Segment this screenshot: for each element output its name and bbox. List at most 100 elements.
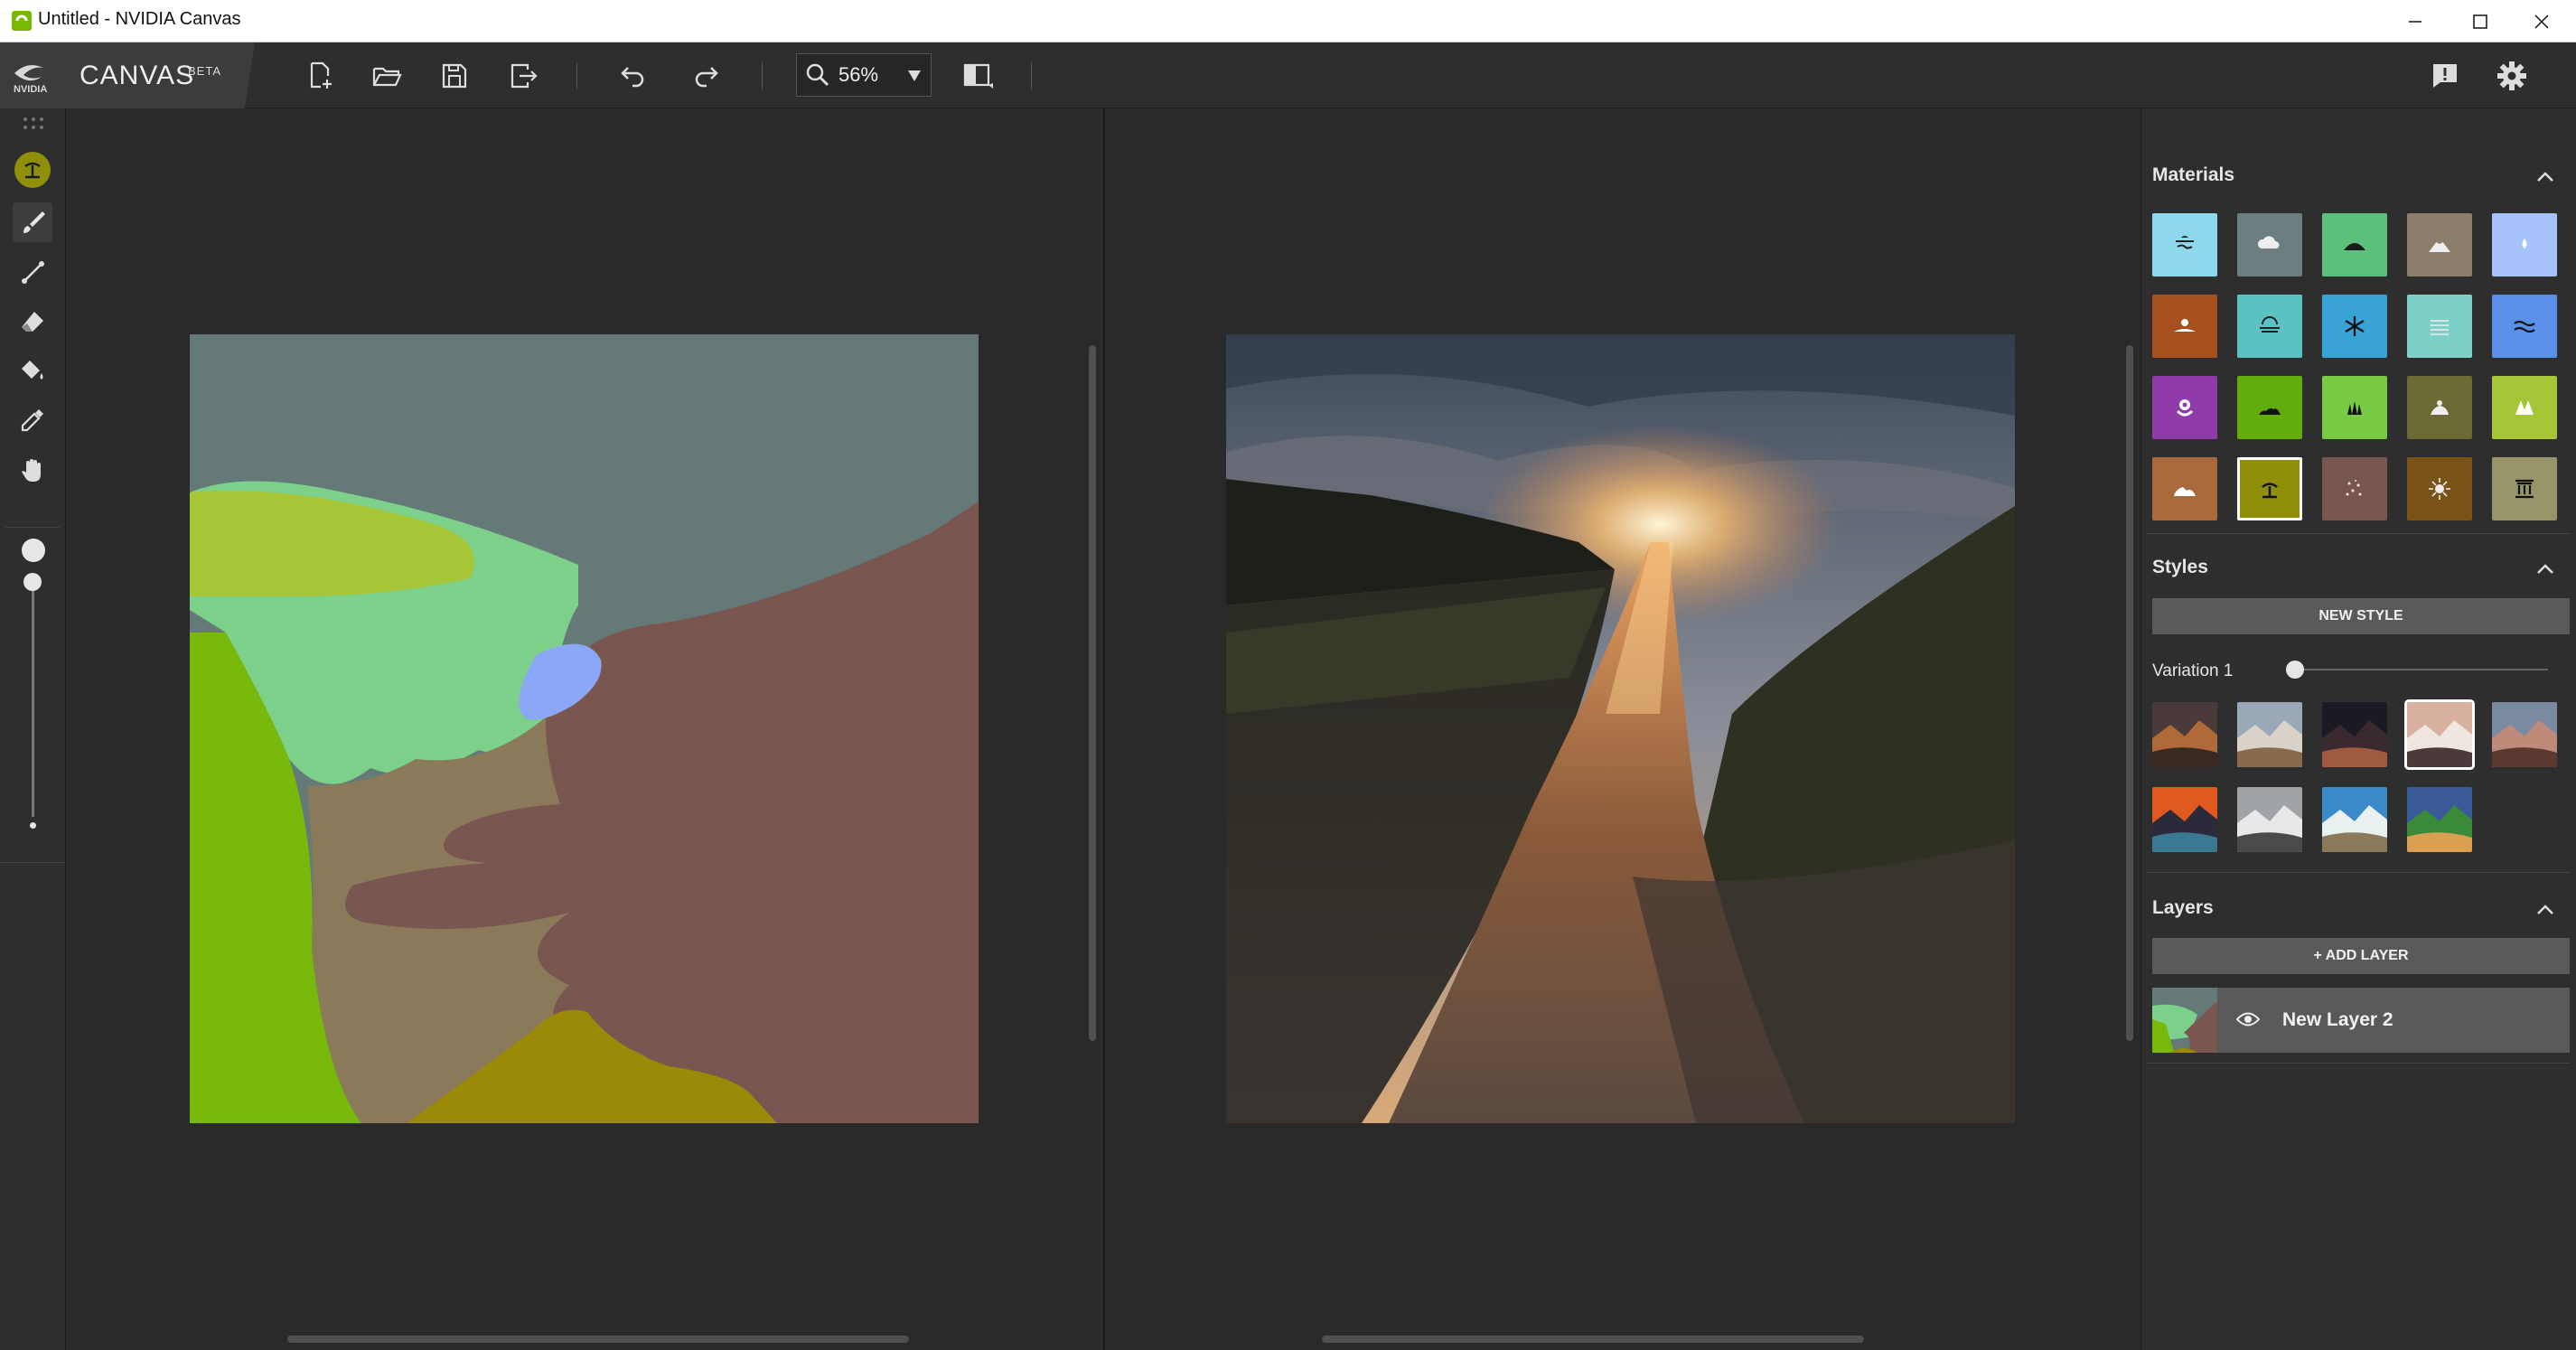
new-file-button[interactable] (299, 55, 341, 97)
right-horizontal-scrollbar[interactable] (1322, 1336, 1864, 1343)
section-divider (2147, 533, 2571, 534)
add-layer-button[interactable]: + ADD LAYER (2152, 938, 2570, 974)
material-mist[interactable] (2407, 295, 2472, 358)
material-water[interactable] (2492, 295, 2557, 358)
search-icon (806, 63, 829, 87)
tool-divider (0, 862, 65, 863)
beta-badge: BETA (188, 64, 221, 78)
open-file-button[interactable] (366, 55, 407, 97)
material-building[interactable] (2492, 457, 2557, 520)
style-thumb-grey-range[interactable] (2237, 787, 2302, 852)
style-preview-image (2322, 702, 2387, 767)
zoom-dropdown[interactable]: 56% (796, 53, 932, 97)
style-preview-image (2152, 702, 2217, 767)
material-sand-dune[interactable] (2152, 295, 2217, 358)
variation-slider[interactable] (2295, 669, 2548, 670)
brush-tool[interactable] (13, 202, 52, 242)
material-tree[interactable] (2492, 376, 2557, 439)
nvidia-logo-text: NVIDIA (14, 84, 47, 95)
grip-icon[interactable] (22, 116, 45, 132)
minimize-icon (2409, 20, 2421, 23)
style-thumb-snow-peaks[interactable] (2237, 702, 2302, 767)
chevron-up-icon[interactable] (2534, 166, 2556, 188)
material-plant[interactable] (2322, 376, 2387, 439)
style-thumb-dark-arch[interactable] (2322, 702, 2387, 767)
sea-icon (2176, 236, 2194, 249)
save-button[interactable] (434, 55, 475, 97)
flower-icon (2176, 399, 2194, 417)
grass-icon (2259, 408, 2281, 415)
split-view-icon (963, 63, 993, 89)
material-cloud[interactable] (2237, 213, 2302, 277)
rock-icon (2174, 487, 2196, 496)
close-icon (2534, 14, 2549, 29)
paint-bucket-icon (22, 361, 43, 380)
feedback-icon (2433, 64, 2457, 88)
material-hill[interactable] (2322, 213, 2387, 277)
new-style-button[interactable]: NEW STYLE (2152, 598, 2570, 634)
material-picker-tool[interactable] (13, 150, 52, 190)
left-horizontal-scrollbar[interactable] (287, 1336, 909, 1343)
styles-title: Styles (2152, 557, 2208, 577)
material-flower[interactable] (2152, 376, 2217, 439)
right-vertical-scrollbar[interactable] (2126, 345, 2133, 1041)
minimize-button[interactable] (2385, 0, 2445, 42)
style-preview-image (2322, 787, 2387, 852)
redo-button[interactable] (687, 55, 728, 97)
style-thumb-desert-dusk[interactable] (2152, 702, 2217, 767)
eye-icon[interactable] (2235, 1009, 2261, 1029)
material-gravel[interactable] (2322, 457, 2387, 520)
drop-icon (2522, 239, 2527, 248)
style-thumb-misty-valley[interactable] (2404, 699, 2475, 770)
dirt-icon (2431, 400, 2449, 415)
left-vertical-scrollbar[interactable] (1089, 345, 1096, 1041)
close-button[interactable] (2512, 0, 2571, 42)
pan-tool[interactable] (13, 450, 52, 490)
material-grass[interactable] (2237, 376, 2302, 439)
eyedropper-tool[interactable] (13, 400, 52, 440)
style-preview-image (2492, 702, 2557, 767)
toggle-view-button[interactable] (958, 55, 999, 97)
undo-icon (621, 67, 644, 88)
fill-tool[interactable] (13, 351, 52, 390)
brush-size-slider-handle[interactable] (23, 573, 42, 591)
main-toolbar: NVIDIA CANVAS BETA 56% (0, 42, 2576, 108)
style-thumb-ocean-sunset[interactable] (2152, 787, 2217, 852)
eraser-tool[interactable] (13, 302, 52, 342)
line-tool[interactable] (13, 252, 52, 292)
tree-icon (2515, 400, 2534, 415)
layer-row[interactable]: New Layer 2 (2152, 988, 2570, 1053)
material-sky[interactable] (2152, 213, 2217, 277)
material-fog[interactable] (2237, 295, 2302, 358)
feedback-button[interactable] (2424, 55, 2466, 97)
material-water-drop[interactable] (2492, 213, 2557, 277)
snowflake-icon (2345, 316, 2365, 336)
hand-icon (22, 459, 41, 482)
layers-title: Layers (2152, 897, 2214, 918)
export-button[interactable] (502, 55, 544, 97)
material-stone[interactable] (2407, 457, 2472, 520)
variation-slider-handle[interactable] (2286, 661, 2304, 679)
brush-size-small-indicator (30, 822, 36, 829)
material-dirt[interactable] (2407, 376, 2472, 439)
new-file-icon (310, 61, 332, 89)
nvidia-eye-icon: NVIDIA (14, 65, 47, 95)
style-thumb-alpine-lake[interactable] (2407, 787, 2472, 852)
sparkle-icon (2346, 480, 2362, 496)
chevron-up-icon[interactable] (2534, 899, 2556, 921)
material-beach[interactable] (2237, 457, 2302, 520)
maximize-button[interactable] (2450, 0, 2510, 42)
zoom-value: 56% (838, 63, 879, 86)
segmentation-canvas[interactable] (190, 334, 979, 1123)
material-mountain[interactable] (2407, 213, 2472, 277)
material-snow[interactable] (2322, 295, 2387, 358)
material-rock[interactable] (2152, 457, 2217, 520)
style-thumb-tropical-coast[interactable] (2322, 787, 2387, 852)
redo-icon (695, 67, 718, 88)
brush-size-slider[interactable] (32, 577, 34, 817)
save-icon (442, 63, 467, 89)
undo-button[interactable] (611, 55, 652, 97)
style-thumb-red-cliffs[interactable] (2492, 702, 2557, 767)
chevron-up-icon[interactable] (2534, 558, 2556, 580)
settings-button[interactable] (2491, 55, 2533, 97)
